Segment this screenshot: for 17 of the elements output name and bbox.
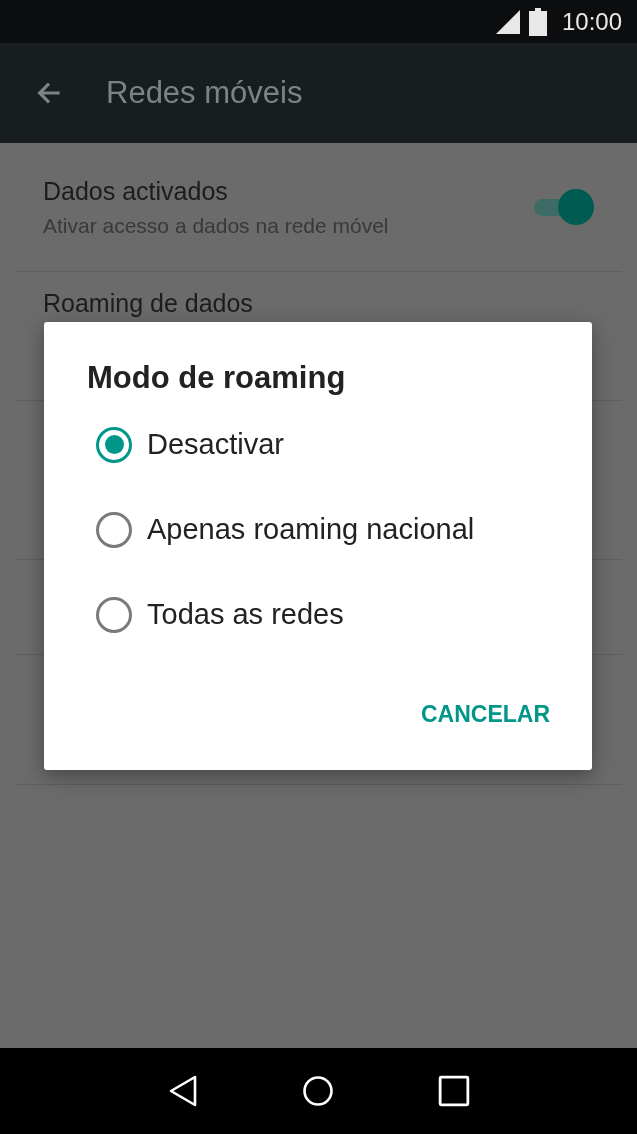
radio-option[interactable]: Desactivar xyxy=(44,402,284,487)
home-circle-icon[interactable] xyxy=(302,1075,335,1107)
radio-button[interactable] xyxy=(96,426,132,463)
signal-icon xyxy=(495,9,520,34)
radio-button[interactable] xyxy=(96,596,132,633)
battery-icon xyxy=(528,7,547,36)
toggle-switch[interactable] xyxy=(532,187,594,227)
radio-option[interactable]: Apenas roaming nacional xyxy=(44,487,475,572)
recents-square-icon[interactable] xyxy=(438,1075,471,1107)
cancel-button[interactable]: CANCELAR xyxy=(402,689,568,740)
radio-button[interactable] xyxy=(96,511,132,548)
setting-title: Roaming de dados xyxy=(43,289,254,318)
dialog-title: Modo de roaming xyxy=(87,360,346,396)
radio-option[interactable]: Todas as redes xyxy=(44,572,344,657)
clock: 10:00 xyxy=(561,7,622,36)
setting-title: Dados activados xyxy=(43,176,229,206)
screen-title: Redes móveis xyxy=(106,75,303,111)
